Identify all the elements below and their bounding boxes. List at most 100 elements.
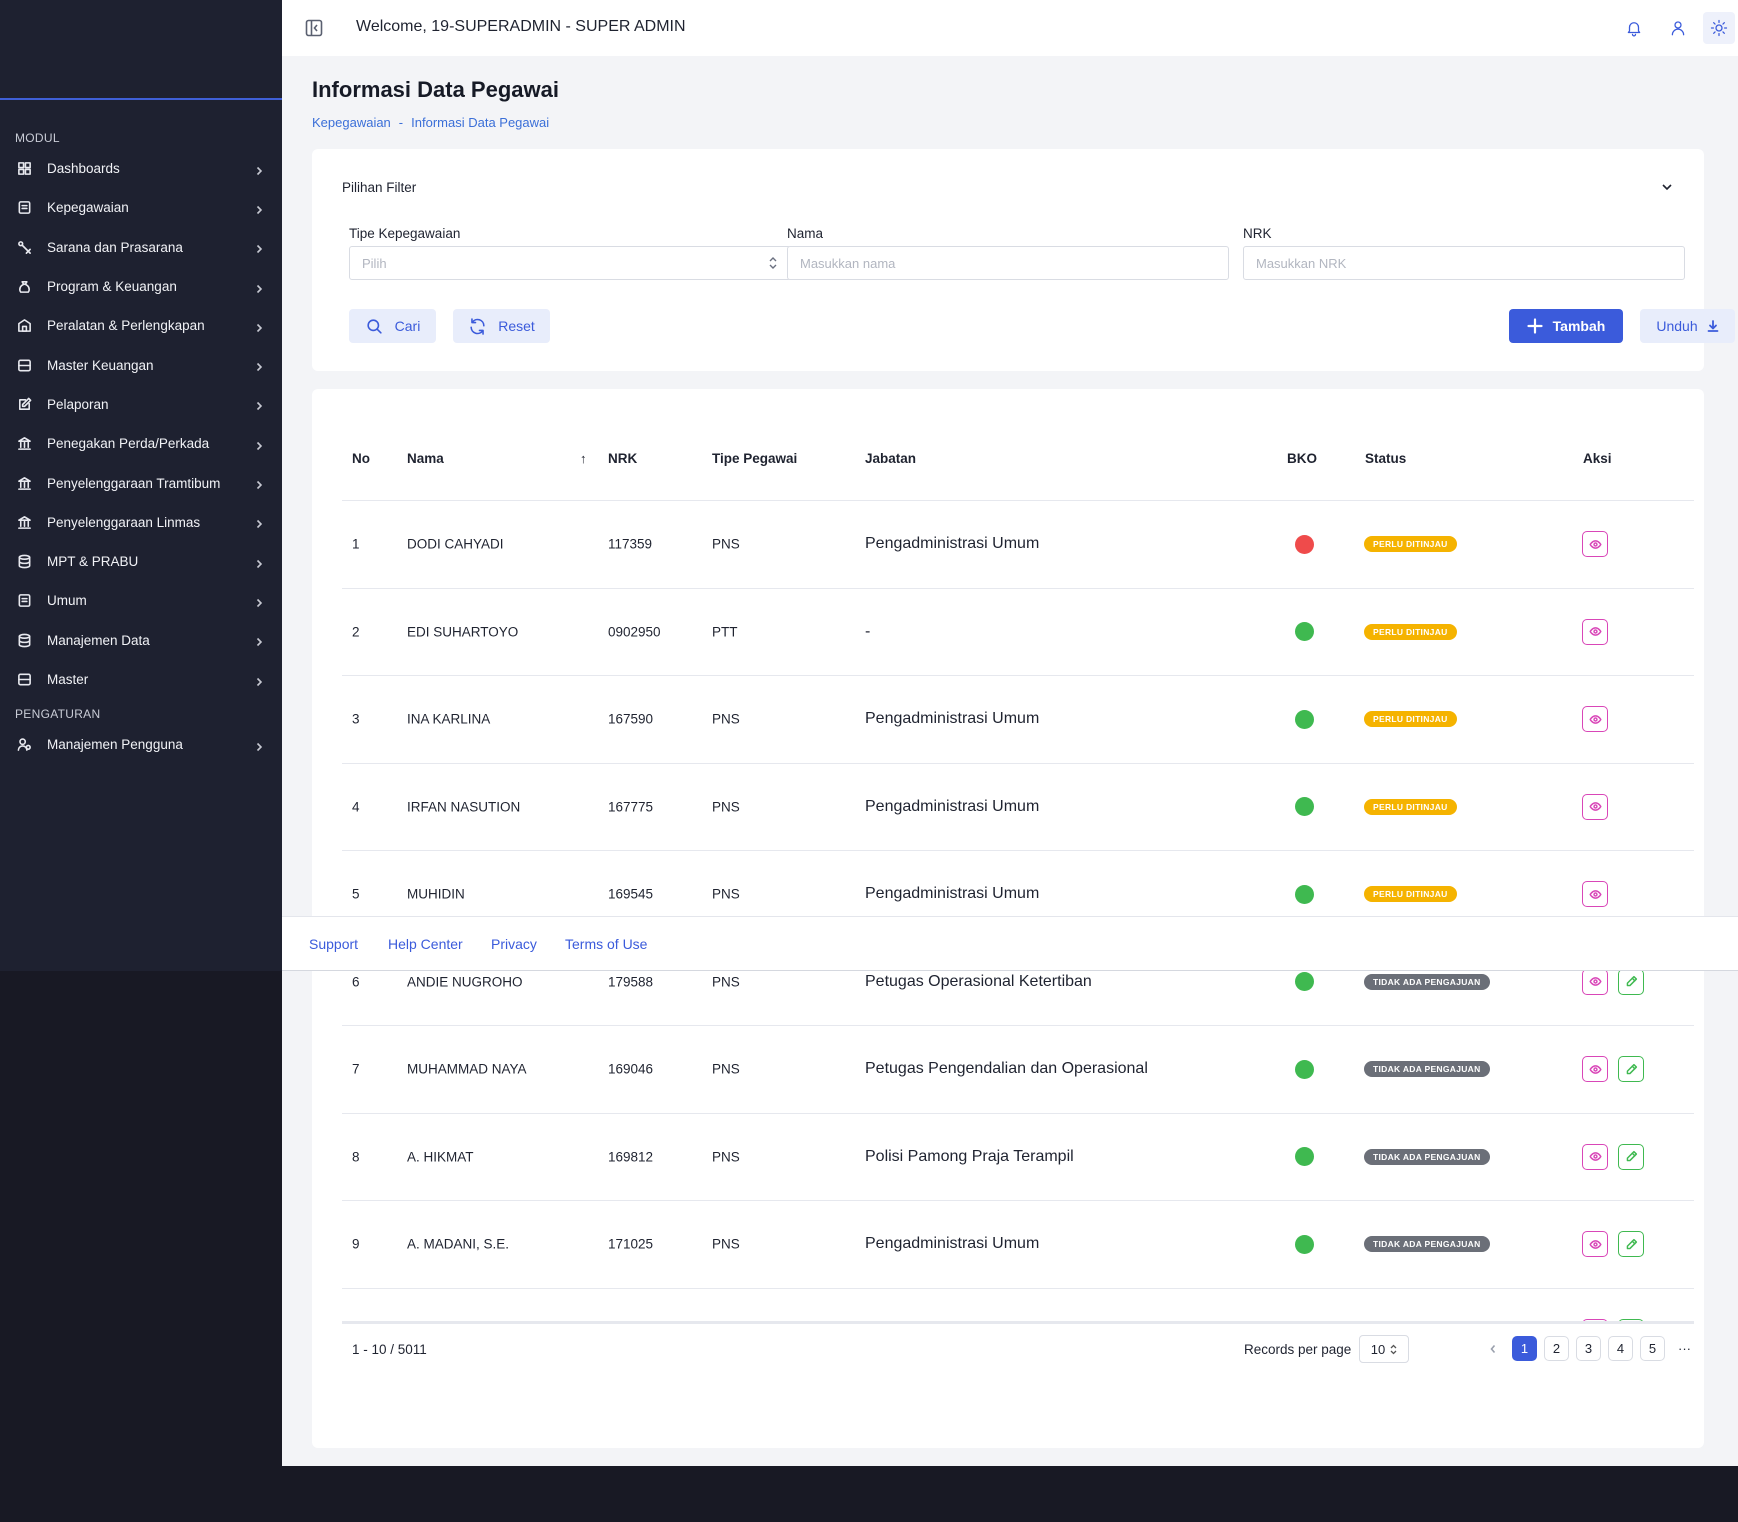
page-5-button[interactable]: 5 (1640, 1336, 1665, 1361)
page-3-button[interactable]: 3 (1576, 1336, 1601, 1361)
sidebar-item-master[interactable]: Master (0, 660, 282, 699)
view-button[interactable] (1582, 1056, 1608, 1083)
sort-ascending-icon[interactable]: ↑ (580, 451, 587, 466)
view-button[interactable] (1582, 881, 1608, 908)
search-button[interactable]: Cari (349, 309, 436, 343)
edit-button[interactable] (1618, 1056, 1644, 1083)
view-button[interactable] (1582, 793, 1608, 820)
sidebar-item-label: Master (47, 672, 89, 687)
page-4-button[interactable]: 4 (1608, 1336, 1633, 1361)
pencil-icon (1625, 975, 1638, 988)
sidebar-item-penyelenggaraan-linmas[interactable]: Penyelenggaraan Linmas (0, 503, 282, 542)
footer-link-support[interactable]: Support (309, 936, 358, 952)
nrk-label: NRK (1243, 226, 1272, 241)
cell-nama: IRFAN NASUTION (407, 799, 521, 815)
sidebar-item-sarana-dan-prasarana[interactable]: Sarana dan Prasarana (0, 228, 282, 267)
sidebar-item-dashboards[interactable]: Dashboards (0, 149, 282, 188)
sidebar-item-manajemen-data[interactable]: Manajemen Data (0, 621, 282, 660)
cell-tipe-pegawai: PNS (712, 974, 740, 990)
sidebar-item-penegakan-perda-perkada[interactable]: Penegakan Perda/Perkada (0, 424, 282, 463)
sidebar-item-label: Program & Keuangan (47, 279, 177, 295)
column-nama[interactable]: Nama (407, 451, 444, 466)
cell-nrk: 0902950 (608, 624, 661, 640)
sidebar-section-pengaturan: PENGATURAN (15, 707, 101, 722)
cell-nrk: 171025 (608, 1236, 654, 1252)
pagination-ellipsis[interactable]: ··· (1672, 1336, 1697, 1361)
sidebar-item-master-keuangan[interactable]: Master Keuangan (0, 345, 282, 384)
prev-page-icon[interactable] (1480, 1336, 1505, 1361)
edit-button[interactable] (1618, 968, 1644, 995)
page-2-button[interactable]: 2 (1544, 1336, 1569, 1361)
edit-button[interactable] (1618, 1231, 1644, 1258)
page-1-button[interactable]: 1 (1512, 1336, 1537, 1361)
view-button[interactable] (1582, 1231, 1608, 1258)
download-button[interactable]: Unduh (1640, 309, 1735, 343)
breadcrumb: Kepegawaian - Informasi Data Pegawai (312, 115, 549, 130)
tipe-kepegawaian-placeholder: Pilih (362, 255, 387, 271)
chevron-right-icon (254, 478, 264, 490)
footer-link-help-center[interactable]: Help Center (388, 936, 463, 952)
nrk-input[interactable]: Masukkan NRK (1243, 246, 1685, 280)
cell-no: 8 (352, 1149, 360, 1165)
chevron-down-icon[interactable] (1660, 180, 1674, 194)
edit-icon (16, 396, 32, 412)
breadcrumb-kepegawaian[interactable]: Kepegawaian (312, 115, 391, 130)
user-icon[interactable] (1667, 17, 1689, 39)
view-button[interactable] (1582, 531, 1608, 558)
sidebar-item-umum[interactable]: Umum (0, 581, 282, 620)
cell-nrk: 179588 (608, 974, 654, 990)
id-card-icon (16, 593, 32, 609)
view-button[interactable] (1582, 706, 1608, 733)
sidebar-item-program-keuangan[interactable]: Program & Keuangan (0, 267, 282, 306)
pagination-bar: 1 - 10 / 5011 Records per page 10 1 2 3 4 5 ·… (342, 1321, 1697, 1391)
reset-button[interactable]: Reset (453, 309, 550, 343)
sidebar-item-kepegawaian[interactable]: Kepegawaian (0, 188, 282, 227)
sidebar-item-penyelenggaraan-tramtibum[interactable]: Penyelenggaraan Tramtibum (0, 463, 282, 502)
bko-status-dot (1295, 709, 1314, 729)
cell-jabatan: Pengadministrasi Umum (865, 885, 1040, 903)
sidebar-toggle-icon[interactable] (304, 18, 324, 38)
view-button[interactable] (1582, 1143, 1608, 1170)
breadcrumb-current[interactable]: Informasi Data Pegawai (411, 115, 549, 130)
chevron-right-icon (254, 282, 264, 293)
cell-no: 2 (352, 624, 360, 640)
cell-nrk: 117359 (608, 536, 653, 552)
cell-no: 4 (352, 799, 360, 815)
add-button[interactable]: Tambah (1509, 309, 1623, 343)
status-badge: PERLU DITINJAU (1364, 711, 1457, 728)
pencil-icon (1625, 1150, 1638, 1163)
bell-icon[interactable] (1623, 17, 1645, 39)
table-row: 2 EDI SUHARTOYO 0902950 PTT - PERLU DITINJAU (342, 589, 1694, 676)
chevron-right-icon (254, 439, 264, 450)
column-bko: BKO (1287, 451, 1317, 466)
edit-button[interactable] (1618, 1143, 1644, 1170)
view-button[interactable] (1582, 968, 1608, 995)
sidebar-item-manajemen-pengguna[interactable]: Manajemen Pengguna (0, 725, 282, 764)
status-badge: TIDAK ADA PENGAJUAN (1364, 973, 1490, 990)
sidebar-item-mpt-prabu[interactable]: MPT & PRABU (0, 542, 282, 581)
eye-icon (1588, 1150, 1602, 1163)
add-button-label: Tambah (1552, 318, 1606, 334)
footer-link-privacy[interactable]: Privacy (491, 936, 537, 952)
cell-nama: DODI CAHYADI (407, 536, 504, 552)
eye-icon (1588, 1063, 1602, 1076)
sidebar-item-label: Kepegawaian (47, 200, 129, 216)
sidebar-item-peralatan-perlengkapan[interactable]: Peralatan & Perlengkapan (0, 306, 282, 345)
view-button[interactable] (1582, 618, 1608, 645)
column-aksi: Aksi (1583, 451, 1612, 466)
select-arrows-icon (1390, 1344, 1397, 1354)
cell-tipe-pegawai: PNS (712, 1149, 740, 1165)
footer-link-terms[interactable]: Terms of Use (565, 936, 647, 952)
table-row: 7 MUHAMMAD NAYA 169046 PNS Petugas Pengendal… (342, 1026, 1694, 1114)
records-per-page-select[interactable]: 10 (1359, 1335, 1409, 1363)
cell-nama: A. HIKMAT (407, 1149, 474, 1165)
cell-tipe-pegawai: PNS (712, 799, 740, 815)
theme-toggle-sun-icon[interactable] (1703, 12, 1735, 44)
nama-input[interactable]: Masukkan nama (787, 246, 1229, 280)
breadcrumb-separator: - (398, 115, 404, 130)
record-count: 1 - 10 / 5011 (352, 1342, 427, 1357)
sidebar-item-pelaporan[interactable]: Pelaporan (0, 385, 282, 424)
tipe-kepegawaian-select[interactable]: Pilih (349, 246, 791, 280)
cell-jabatan: Polisi Pamong Praja Terampil (865, 1147, 1074, 1165)
sidebar-menu: Dashboards Kepegawaian Sarana dan Prasaran… (0, 149, 282, 699)
